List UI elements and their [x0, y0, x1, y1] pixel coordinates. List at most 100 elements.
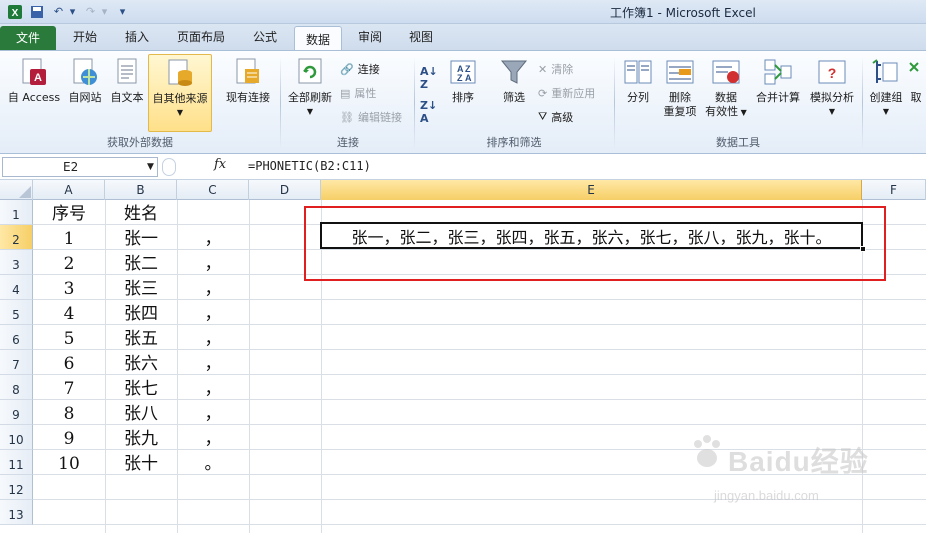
undo-dropdown-icon[interactable]: ▾	[64, 3, 81, 20]
row-header-1[interactable]: 1	[0, 200, 33, 225]
cell-c11[interactable]: 。	[177, 450, 249, 475]
column-header-f[interactable]: F	[862, 180, 926, 200]
tab-data[interactable]: 数据	[294, 26, 342, 51]
tab-page-layout[interactable]: 页面布局	[166, 24, 236, 50]
ungroup-button[interactable]: 取	[906, 57, 926, 105]
row-header-10[interactable]: 10	[0, 425, 33, 450]
data-validation-button[interactable]: 数据 有效性 ▼	[702, 57, 750, 120]
column-header-b[interactable]: B	[105, 180, 177, 200]
column-header-e[interactable]: E	[321, 180, 862, 200]
other-sources-icon	[165, 58, 195, 88]
cell-c3[interactable]: ，	[177, 250, 249, 275]
advanced-filter-button[interactable]: ⛛ 高级	[538, 107, 573, 127]
cell-c2[interactable]: ，	[177, 225, 249, 250]
cell-c4[interactable]: ，	[177, 275, 249, 300]
cell-b6[interactable]: 张五	[105, 325, 177, 350]
sort-za-icon[interactable]: Z↓ A	[420, 99, 442, 125]
cell-a4[interactable]: 3	[33, 275, 105, 300]
row-header-5[interactable]: 5	[0, 300, 33, 325]
tab-review[interactable]: 审阅	[348, 24, 392, 50]
row-header-3[interactable]: 3	[0, 250, 33, 275]
chevron-down-icon[interactable]: ▼	[147, 158, 154, 176]
window-title: 工作簿1 - Microsoft Excel	[610, 6, 756, 20]
formula-bar-resize-handle[interactable]	[162, 158, 176, 176]
insert-function-icon[interactable]: fx	[214, 157, 226, 172]
tab-file[interactable]: 文件	[0, 26, 56, 50]
filter-button[interactable]: 筛选	[494, 57, 534, 105]
cell-a5[interactable]: 4	[33, 300, 105, 325]
from-web-button[interactable]: 自网站	[64, 57, 106, 105]
row-header-12[interactable]: 12	[0, 475, 33, 500]
cell-c8[interactable]: ，	[177, 375, 249, 400]
cell-b3[interactable]: 张二	[105, 250, 177, 275]
row-header-6[interactable]: 6	[0, 325, 33, 350]
column-header-a[interactable]: A	[33, 180, 105, 200]
cell-a9[interactable]: 8	[33, 400, 105, 425]
consolidate-button[interactable]: 合并计算	[750, 57, 806, 105]
cell-b11[interactable]: 张十	[105, 450, 177, 475]
cell-c7[interactable]: ，	[177, 350, 249, 375]
cell-c9[interactable]: ，	[177, 400, 249, 425]
cell-c10[interactable]: ，	[177, 425, 249, 450]
cell-b5[interactable]: 张四	[105, 300, 177, 325]
connections-icon: 🔗	[340, 62, 354, 76]
cell-c5[interactable]: ，	[177, 300, 249, 325]
cell-a1[interactable]: 序号	[33, 200, 105, 225]
existing-connections-button[interactable]: 现有连接	[220, 57, 276, 105]
row-header-13[interactable]: 13	[0, 500, 33, 525]
cell-a8[interactable]: 7	[33, 375, 105, 400]
column-header-d[interactable]: D	[249, 180, 321, 200]
cell-a3[interactable]: 2	[33, 250, 105, 275]
customize-toolbar-icon[interactable]: ▾	[114, 3, 131, 20]
cell-b2[interactable]: 张一	[105, 225, 177, 250]
from-other-sources-button[interactable]: 自其他来源 ▼	[148, 54, 212, 132]
from-access-button[interactable]: A 自 Access	[4, 57, 64, 105]
row-header-11[interactable]: 11	[0, 450, 33, 475]
text-to-columns-button[interactable]: 分列	[618, 57, 658, 105]
cell-b10[interactable]: 张九	[105, 425, 177, 450]
formula-input[interactable]: =PHONETIC(B2:C11)	[244, 157, 924, 177]
cell-a11[interactable]: 10	[33, 450, 105, 475]
cell-b8[interactable]: 张七	[105, 375, 177, 400]
what-if-analysis-button[interactable]: ? 模拟分析 ▼	[806, 57, 858, 119]
cell-b7[interactable]: 张六	[105, 350, 177, 375]
advanced-filter-icon: ⛛	[538, 110, 548, 123]
refresh-all-button[interactable]: 全部刷新 ▼	[284, 57, 336, 119]
connections-button[interactable]: 🔗 连接	[340, 59, 380, 79]
tab-insert[interactable]: 插入	[114, 24, 160, 50]
from-text-button[interactable]: 自文本	[106, 57, 148, 105]
chevron-down-icon: ▼	[882, 107, 890, 116]
group-button[interactable]: 创建组 ▼	[866, 57, 906, 119]
cell-b4[interactable]: 张三	[105, 275, 177, 300]
remove-duplicates-button[interactable]: 删除 重复项	[658, 57, 702, 119]
tab-home[interactable]: 开始	[62, 24, 108, 50]
column-header-c[interactable]: C	[177, 180, 249, 200]
select-all-corner[interactable]	[0, 180, 33, 200]
cell-b9[interactable]: 张八	[105, 400, 177, 425]
sort-button[interactable]: AZZA 排序	[446, 57, 480, 105]
chevron-down-icon: ▼	[738, 108, 747, 117]
cell-a7[interactable]: 6	[33, 350, 105, 375]
cell-b1[interactable]: 姓名	[105, 200, 177, 225]
remove-duplicates-label-1: 删除	[669, 91, 691, 104]
clear-label: 清除	[551, 63, 574, 76]
row-header-2[interactable]: 2	[0, 225, 33, 250]
cell-a6[interactable]: 5	[33, 325, 105, 350]
cell-a10[interactable]: 9	[33, 425, 105, 450]
save-icon[interactable]	[28, 3, 45, 20]
formula-bar: E2 ▼ fx =PHONETIC(B2:C11)	[0, 154, 926, 180]
tab-view[interactable]: 视图	[398, 24, 444, 50]
sort-az-icon[interactable]: A↓ Z	[420, 65, 442, 91]
row-header-7[interactable]: 7	[0, 350, 33, 375]
row-header-4[interactable]: 4	[0, 275, 33, 300]
cell-c6[interactable]: ，	[177, 325, 249, 350]
row-header-9[interactable]: 9	[0, 400, 33, 425]
existing-connections-label: 现有连接	[226, 91, 270, 104]
excel-logo-icon: X	[6, 3, 23, 20]
name-box[interactable]: E2 ▼	[2, 157, 158, 177]
edit-links-label: 编辑链接	[357, 111, 402, 124]
refresh-icon	[295, 57, 325, 87]
row-header-8[interactable]: 8	[0, 375, 33, 400]
tab-formulas[interactable]: 公式	[242, 24, 288, 50]
cell-a2[interactable]: 1	[33, 225, 105, 250]
